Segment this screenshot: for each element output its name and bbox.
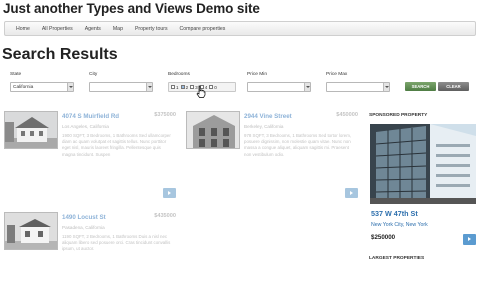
checkbox[interactable] <box>209 85 214 89</box>
property-photo[interactable] <box>4 111 58 149</box>
result-price: $375000 <box>154 112 176 118</box>
result-description: 1900 SQFT, 3 Bedrooms, 1 Bathrooms Sed u… <box>62 133 171 157</box>
state-label: State <box>10 72 22 77</box>
result-location: Berkeley, California <box>244 124 284 129</box>
clear-button[interactable]: CLEAR <box>438 82 469 91</box>
nav-agents[interactable]: Agents <box>79 26 107 32</box>
result-title[interactable]: 2944 Vine Street <box>244 113 292 120</box>
hand-cursor-icon <box>196 85 206 98</box>
bedroom-option-2[interactable]: 2 <box>180 85 188 90</box>
price-min-label: Price Min <box>247 72 267 77</box>
result-card: 2944 Vine Street $450000 Berkeley, Calif… <box>186 111 358 201</box>
result-description: 978 SQFT, 3 Bedrooms, 1 Bathrooms Sed to… <box>244 133 352 157</box>
nav-home[interactable]: Home <box>5 26 36 32</box>
city-label: City <box>89 72 98 77</box>
property-photo[interactable] <box>186 111 240 149</box>
checkbox-checked[interactable] <box>180 85 185 89</box>
chevron-down-icon <box>146 83 152 91</box>
result-card: 4074 S Muirfield Rd $375000 Los Angeles,… <box>4 111 176 201</box>
sponsored-address[interactable]: 537 W 47th St <box>371 209 418 218</box>
main-nav: Home All Properties Agents Map Property … <box>4 21 476 36</box>
page-title: Search Results <box>2 46 118 63</box>
checkbox[interactable] <box>171 85 175 89</box>
site-title[interactable]: Just another Types and Views Demo site <box>3 1 260 16</box>
price-max-select[interactable] <box>326 82 390 92</box>
result-title[interactable]: 1490 Locust St <box>62 214 106 221</box>
sidebar: SPONSORED PROPERTY 537 W 47th St New Yor… <box>366 110 478 270</box>
nav-property-tours[interactable]: Property tours <box>129 26 174 32</box>
result-location: Pasadena, California <box>62 225 105 230</box>
result-price: $450000 <box>336 112 358 118</box>
sponsored-property-photo[interactable] <box>370 124 476 204</box>
state-select[interactable]: California <box>10 82 74 92</box>
sponsored-city-link[interactable]: New York City, New York <box>371 222 428 228</box>
largest-properties-heading: LARGEST PROPERTIES <box>369 256 425 261</box>
view-details-button[interactable] <box>345 188 358 198</box>
bedrooms-label: Bedrooms <box>168 72 190 77</box>
result-price: $435000 <box>154 213 176 219</box>
sponsored-details-button[interactable] <box>463 234 476 245</box>
checkbox[interactable] <box>190 85 195 89</box>
nav-compare-properties[interactable]: Compare properties <box>174 26 232 32</box>
result-location: Los Angeles, California <box>62 124 109 129</box>
result-description: 1190 SQFT, 2 Bedrooms, 1 Bathrooms Duis … <box>62 234 171 252</box>
chevron-down-icon <box>304 83 310 91</box>
sponsored-heading: SPONSORED PROPERTY <box>369 113 428 118</box>
view-details-button[interactable] <box>163 188 176 198</box>
result-card: 1490 Locust St $435000 Pasadena, Califor… <box>4 212 176 302</box>
property-photo[interactable] <box>4 212 58 250</box>
chevron-down-icon <box>67 83 73 91</box>
price-max-label: Price Max <box>326 72 348 77</box>
bedroom-option-1[interactable]: 1 <box>171 85 179 90</box>
search-button[interactable]: SEARCH <box>405 82 436 91</box>
city-select[interactable] <box>89 82 153 92</box>
price-min-select[interactable] <box>247 82 311 92</box>
nav-all-properties[interactable]: All Properties <box>36 26 79 32</box>
bedroom-option-0[interactable]: 0 <box>209 85 217 90</box>
state-select-value: California <box>13 85 34 90</box>
chevron-down-icon <box>383 83 389 91</box>
sponsored-price: $250000 <box>371 234 396 241</box>
result-title[interactable]: 4074 S Muirfield Rd <box>62 113 119 120</box>
nav-map[interactable]: Map <box>107 26 129 32</box>
